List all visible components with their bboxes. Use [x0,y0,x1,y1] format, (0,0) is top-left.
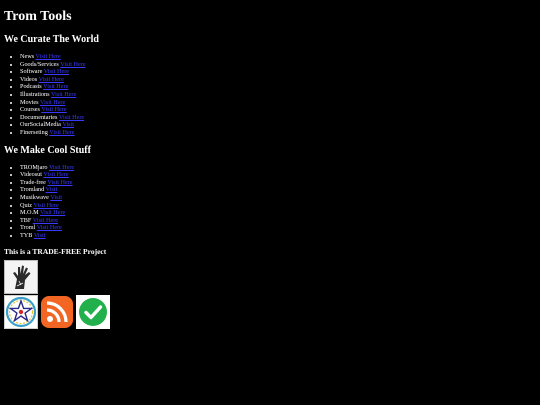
badge-row-bottom [4,295,540,330]
tradefree-hand-badge[interactable] [4,260,38,295]
item-label: TYB [20,231,33,239]
item-label: Podcasts [20,83,42,91]
visit-link[interactable]: Visit Here [40,209,65,216]
item-label: OurSocialMedia [20,121,61,129]
list-item: Quiz Visit Here [20,202,540,210]
cool-list: TROMjaro Visit Here Videosut Visit Here … [4,164,540,240]
item-label: TROMjaro [20,163,48,171]
visit-link[interactable]: Visit Here [51,91,76,98]
visit-link[interactable]: Visit Here [40,99,65,106]
list-item: TROMjaro Visit Here [20,164,540,172]
list-item: News Visit Here [20,53,540,61]
visit-link[interactable]: Visit Here [43,83,68,90]
list-item: Courses Visit Here [20,106,540,114]
list-item: M.O.M Visit Here [20,209,540,217]
item-label: Musikwave [20,193,49,201]
curate-list: News Visit Here Goods/Services Visit Her… [4,53,540,137]
list-item: Videosut Visit Here [20,171,540,179]
star-badge[interactable] [4,295,38,330]
checkmark-icon [79,298,107,327]
list-item: Musikwave Visit [20,194,540,202]
visit-link[interactable]: Visit Here [41,106,66,113]
list-item: OurSocialMedia Visit [20,121,540,129]
item-label: Courses [20,106,40,114]
star-wreath-icon [5,297,37,328]
item-label: Videosut [20,171,42,179]
list-item: Videos Visit Here [20,76,540,84]
list-item: Movies Visit Here [20,99,540,107]
hand-icon [13,265,31,290]
visit-link[interactable]: Visit Here [43,171,68,178]
visit-link[interactable]: Visit [62,121,74,128]
item-label: Goods/Services [20,60,59,68]
item-label: Quiz [20,201,33,209]
rss-icon [41,296,73,329]
item-label: Videos [20,75,38,83]
visit-link[interactable]: Visit [34,232,46,239]
list-item: Software Visit Here [20,68,540,76]
visit-link[interactable]: Visit Here [47,179,72,186]
visit-link[interactable]: Visit Here [49,129,74,136]
item-label: Software [20,68,43,76]
item-label: Troml [20,224,36,232]
visit-link[interactable]: Visit Here [49,164,74,171]
curate-heading: We Curate The World [4,34,99,45]
rss-badge[interactable] [40,295,74,330]
visit-link[interactable]: Visit Here [59,114,84,121]
list-item: Finerseting Visit Here [20,129,540,137]
item-label: Documentaries [20,113,58,121]
list-item: TYB Visit [20,232,540,240]
visit-link[interactable]: Visit Here [33,217,58,224]
list-item: Illustrations Visit Here [20,91,540,99]
visit-link[interactable]: Visit Here [33,202,58,209]
list-item: Trade-free Visit Here [20,179,540,187]
page: Trom Tools We Curate The World News Visi… [0,0,540,405]
item-label: M.O.M [20,209,39,217]
list-item: Troml Visit Here [20,224,540,232]
visit-link[interactable]: Visit Here [39,76,64,83]
project-heading: This is a TRADE-FREE Project [4,247,107,257]
visit-link[interactable]: Visit Here [36,53,61,60]
visit-link[interactable]: Visit [46,186,58,193]
visit-link[interactable]: Visit [50,194,62,201]
visit-link[interactable]: Visit Here [60,61,85,68]
badge-row-top [4,260,540,295]
item-label: Tromland [20,186,45,194]
list-item: Documentaries Visit Here [20,114,540,122]
list-item: Goods/Services Visit Here [20,61,540,69]
item-label: News [20,53,35,60]
item-label: Movies [20,98,39,106]
visit-link[interactable]: Visit Here [37,224,62,231]
item-label: Finerseting [20,128,48,136]
list-item: Tromland Visit [20,186,540,194]
list-item: TBF Visit Here [20,217,540,225]
check-badge[interactable] [76,295,110,330]
item-label: TBF [20,216,32,224]
list-item: Podcasts Visit Here [20,83,540,91]
page-title: Trom Tools [4,9,72,24]
cool-heading: We Make Cool Stuff [4,144,91,156]
badges [4,260,540,330]
visit-link[interactable]: Visit Here [44,68,69,75]
item-label: Illustrations [20,90,50,98]
item-label: Trade-free [20,178,46,186]
